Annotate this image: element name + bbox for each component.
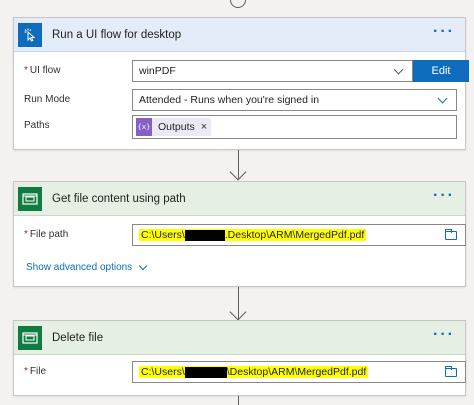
file-storage-icon (18, 186, 42, 211)
run-mode-select[interactable]: Attended - Runs when you're signed in (132, 89, 457, 111)
run-mode-label: Run Mode (24, 94, 71, 105)
folder-icon[interactable] (445, 366, 457, 377)
file-path-input[interactable]: C:\Users\ .Desktop\ARM\MergedPdf.pdf (132, 224, 466, 246)
file-path-row: * File path C:\Users\ .Desktop\ARM\MergedP… (24, 224, 466, 246)
more-options-icon[interactable]: ··· (433, 327, 455, 343)
ui-flow-select[interactable]: winPDF (132, 60, 413, 82)
outputs-token[interactable]: {x} Outputs × (136, 118, 212, 136)
card-header[interactable]: Get file content using path ··· (14, 182, 465, 216)
file-input[interactable]: C:\Users\ \Desktop\ARM\MergedPdf.pdf (132, 361, 466, 383)
add-step-circle-icon[interactable] (230, 0, 246, 8)
cursor-click-icon (18, 22, 42, 47)
file-row: * File C:\Users\ \Desktop\ARM\MergedPdf.pd… (24, 361, 466, 383)
chevron-down-icon (138, 261, 148, 271)
connector-line (238, 396, 239, 405)
token-label: Outputs (158, 121, 195, 133)
connector-arrow-icon (229, 163, 247, 181)
file-label: * File (24, 366, 47, 377)
ui-flow-label: * UI flow (24, 65, 61, 76)
required-marker: * (24, 65, 28, 76)
card-title: Run a UI flow for desktop (52, 28, 182, 41)
remove-token-icon[interactable]: × (201, 121, 207, 133)
ui-flow-row: * UI flow winPDF Edit (24, 60, 469, 82)
edit-button[interactable]: Edit (413, 60, 469, 82)
card-header[interactable]: Delete file ··· (14, 321, 465, 355)
file-storage-icon (18, 325, 42, 350)
paths-input[interactable]: {x} Outputs × (132, 115, 457, 139)
connector-arrow-icon (229, 303, 247, 321)
run-mode-value: Attended - Runs when you're signed in (139, 94, 320, 106)
file-path-value: C:\Users\ .Desktop\ARM\MergedPdf.pdf (139, 229, 367, 241)
required-marker: * (24, 366, 28, 377)
show-advanced-options-link[interactable]: Show advanced options (26, 261, 148, 273)
action-card-get-file-content: Get file content using path ··· * File pa… (13, 181, 466, 287)
paths-row: Paths {x} Outputs × (24, 115, 457, 139)
run-mode-row: Run Mode Attended - Runs when you're sig… (24, 89, 457, 111)
action-card-delete-file: Delete file ··· * File C:\Users\ \Desktop\… (13, 320, 466, 396)
ui-flow-value: winPDF (139, 65, 176, 77)
folder-icon[interactable] (445, 229, 457, 240)
chevron-down-icon[interactable] (437, 93, 448, 104)
card-title: Get file content using path (52, 192, 186, 205)
paths-label: Paths (24, 120, 50, 131)
redaction-bar (184, 366, 227, 378)
file-path-label: * File path (24, 229, 69, 240)
required-marker: * (24, 229, 28, 240)
card-title: Delete file (52, 331, 104, 344)
file-value: C:\Users\ \Desktop\ARM\MergedPdf.pdf (139, 366, 369, 378)
card-header[interactable]: Run a UI flow for desktop ··· (14, 18, 465, 52)
more-options-icon[interactable]: ··· (433, 188, 455, 204)
action-card-run-ui-flow: Run a UI flow for desktop ··· * UI flow w… (13, 17, 469, 150)
variable-icon: {x} (136, 118, 152, 136)
redaction-bar (184, 229, 225, 241)
more-options-icon[interactable]: ··· (433, 24, 455, 40)
chevron-down-icon[interactable] (393, 64, 404, 75)
